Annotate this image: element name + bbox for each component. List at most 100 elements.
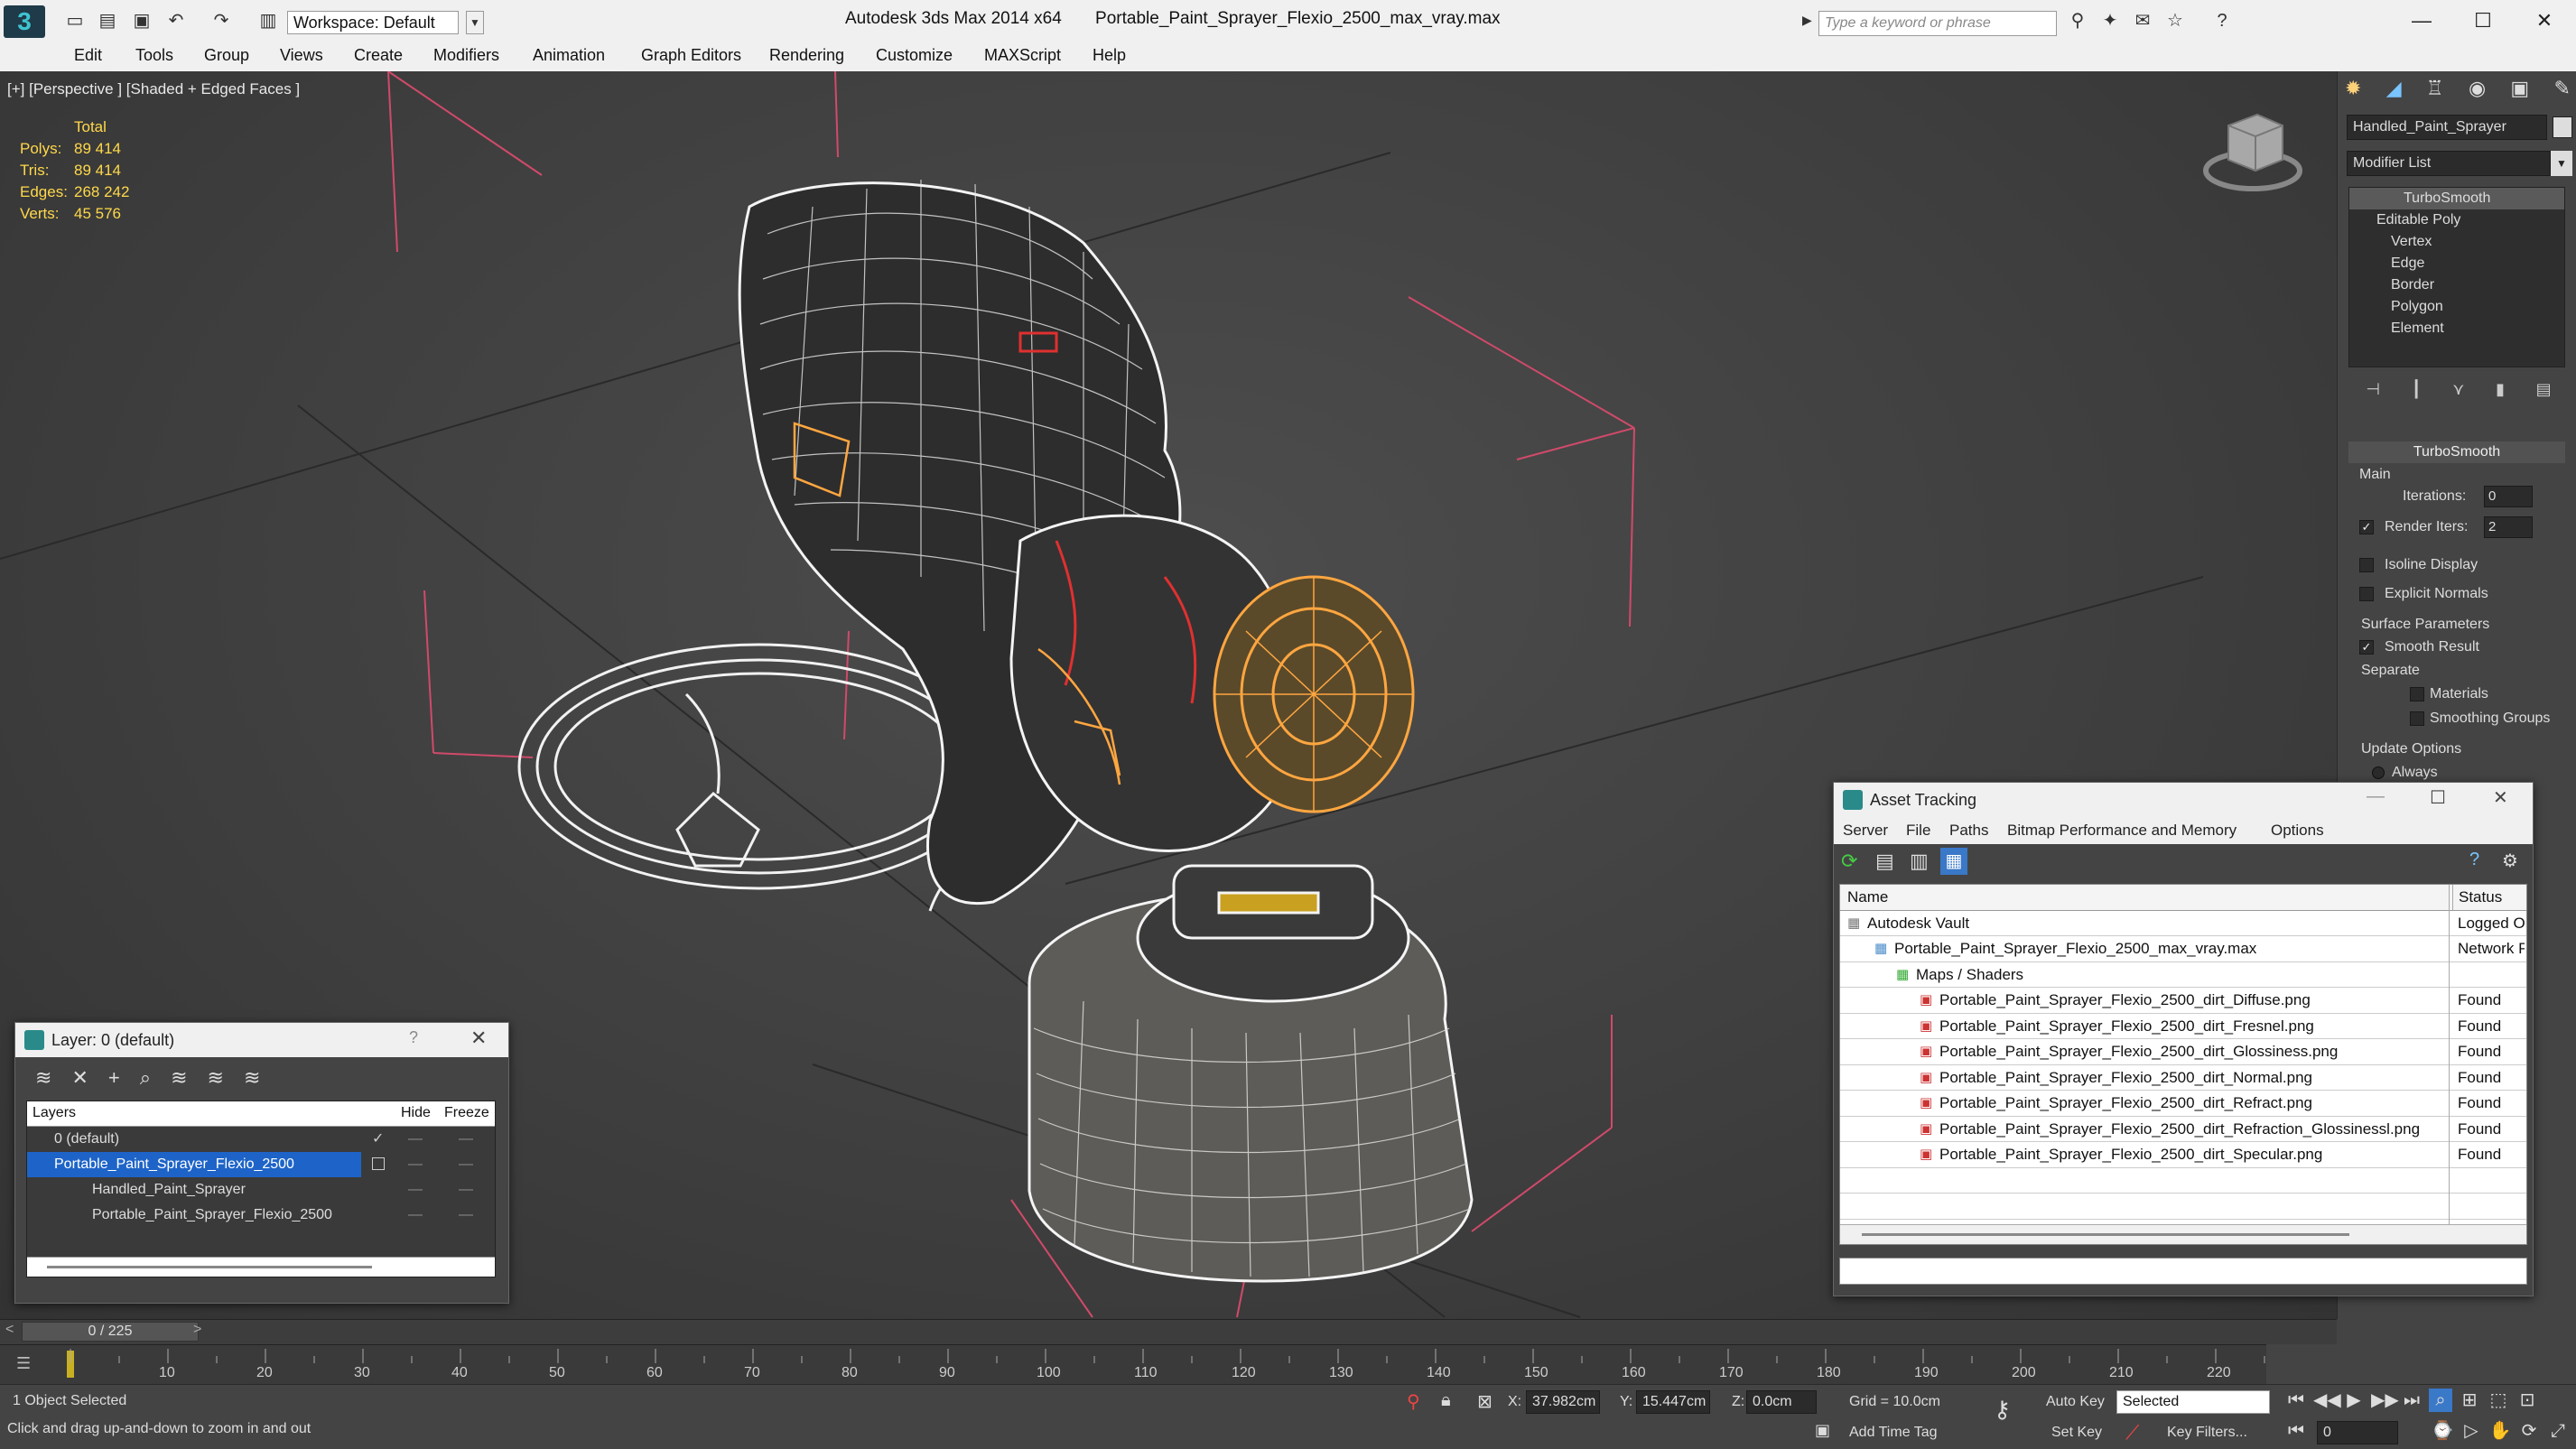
stack-item-edge[interactable]: Edge [2349, 253, 2564, 274]
next-key-icon[interactable]: ▶▶ [2371, 1389, 2399, 1412]
freeze-toggle[interactable]: — [459, 1177, 473, 1203]
asset-row[interactable]: ▣ Portable_Paint_Sprayer_Flexio_2500_dirt… [1840, 1117, 2526, 1142]
stack-item-vertex[interactable]: Vertex [2349, 231, 2564, 253]
materials-checkbox[interactable] [2410, 687, 2424, 701]
col-name[interactable]: Name [1847, 885, 1888, 910]
iterations-spinner[interactable]: 0 [2484, 486, 2533, 507]
freeze-toggle[interactable]: — [459, 1127, 473, 1152]
menu-tools[interactable]: Tools [135, 46, 173, 65]
key-filters-button[interactable]: Key Filters... [2167, 1425, 2247, 1441]
close-icon[interactable]: ✕ [2525, 5, 2564, 36]
viewport-label[interactable]: [+] [Perspective ] [Shaded + Edged Faces… [7, 80, 300, 98]
maximize-icon[interactable]: ☐ [2430, 786, 2446, 809]
highlight-layer-icon[interactable]: ≋ [171, 1066, 187, 1093]
next-frame-icon[interactable]: > [193, 1322, 201, 1338]
maximize-viewport-icon[interactable]: ⤢ [2546, 1419, 2570, 1443]
time-slider-thumb[interactable]: 0 / 225 [22, 1322, 199, 1342]
previous-frame-icon[interactable]: < [5, 1322, 14, 1338]
menu-edit[interactable]: Edit [74, 46, 102, 65]
active-layer-check-icon[interactable]: ✓ [372, 1127, 384, 1152]
menu-paths[interactable]: Paths [1949, 817, 1988, 844]
asset-row[interactable]: ▣ Portable_Paint_Sprayer_Flexio_2500_dirt… [1840, 1091, 2526, 1117]
chevron-down-icon[interactable]: ▼ [2551, 151, 2572, 176]
set-key-button[interactable]: Set Key [2051, 1425, 2102, 1441]
hierarchy-tab-icon[interactable]: ♖ [2426, 77, 2444, 107]
smoothing-groups-checkbox[interactable] [2410, 711, 2424, 726]
menu-options[interactable]: Options [2271, 817, 2324, 844]
pan-view-icon[interactable]: ✋ [2488, 1419, 2512, 1443]
orbit-icon[interactable]: ⟳ [2517, 1419, 2541, 1443]
hide-toggle[interactable]: — [408, 1203, 423, 1228]
table-view-icon[interactable]: ▦ [1940, 848, 1967, 875]
minimize-icon[interactable]: — [2367, 786, 2385, 807]
pin-stack-icon[interactable]: ⊣ [2366, 380, 2380, 407]
selection-set-dropdown[interactable]: Selected [2116, 1390, 2270, 1414]
smooth-result-checkbox[interactable]: ✓ [2359, 640, 2374, 655]
zoom-extents-all-icon[interactable]: ⊡ [2516, 1389, 2539, 1412]
field-of-view-icon[interactable]: ▷ [2460, 1419, 2483, 1443]
settings-gear-icon[interactable]: ⚙ [2502, 850, 2518, 872]
menu-create[interactable]: Create [354, 46, 403, 65]
hide-toggle[interactable]: — [408, 1127, 423, 1152]
hide-all-layers-icon[interactable]: ≋ [208, 1066, 224, 1093]
asset-row[interactable]: ▦ Portable_Paint_Sprayer_Flexio_2500_max_… [1840, 936, 2526, 962]
create-tab-icon[interactable]: ✹ [2345, 77, 2361, 107]
scrollbar-thumb[interactable] [47, 1266, 372, 1268]
list-view-icon[interactable]: ▤ [1875, 850, 1894, 873]
subscription-icon[interactable]: ✦ [2098, 9, 2122, 33]
chevron-down-icon[interactable]: ▼ [466, 11, 484, 34]
layer-dialog-title[interactable]: Layer: 0 (default) [15, 1023, 508, 1057]
current-frame-field[interactable]: 0 [2317, 1421, 2398, 1444]
stack-item-turbosmooth[interactable]: TurboSmooth [2349, 188, 2564, 209]
asset-row[interactable]: ▦ Autodesk Vault Logged Ou [1840, 911, 2526, 936]
stack-item-polygon[interactable]: Polygon [2349, 296, 2564, 318]
menu-animation[interactable]: Animation [533, 46, 605, 65]
refresh-icon[interactable]: ⟳ [1841, 850, 1857, 873]
always-radio[interactable] [2372, 766, 2385, 779]
x-coordinate-field[interactable]: 37.982cm [1526, 1390, 1600, 1414]
active-layer-box-icon[interactable] [372, 1157, 385, 1170]
previous-key-icon[interactable]: ◀◀ [2313, 1389, 2341, 1412]
make-unique-icon[interactable]: ⋎ [2452, 380, 2464, 407]
object-name-field[interactable]: Handled_Paint_Sprayer [2347, 115, 2547, 140]
modifier-list-dropdown[interactable]: Modifier List [2347, 151, 2551, 176]
viewcube-icon[interactable] [2203, 113, 2302, 191]
stack-item-element[interactable]: Element [2349, 318, 2564, 339]
remove-modifier-icon[interactable]: ▮ [2496, 380, 2505, 407]
freeze-all-layers-icon[interactable]: ≋ [244, 1066, 260, 1093]
search-input[interactable]: Type a keyword or phrase [1818, 11, 2057, 36]
modify-tab-icon[interactable]: ◢ [2386, 77, 2402, 107]
turbosmooth-rollout-title[interactable]: TurboSmooth [2348, 441, 2565, 463]
delete-layer-icon[interactable]: ✕ [71, 1066, 88, 1093]
horizontal-scrollbar[interactable] [1840, 1224, 2526, 1244]
menu-maxscript[interactable]: MAXScript [984, 46, 1061, 65]
asset-row[interactable]: ▣ Portable_Paint_Sprayer_Flexio_2500_dirt… [1840, 1039, 2526, 1065]
menu-rendering[interactable]: Rendering [769, 46, 844, 65]
horizontal-scrollbar[interactable] [27, 1257, 495, 1277]
go-to-end-icon[interactable]: ⏭ [2400, 1389, 2423, 1412]
configure-sets-icon[interactable]: ▤ [2536, 380, 2552, 407]
asset-row[interactable]: ▣ Portable_Paint_Sprayer_Flexio_2500_dirt… [1840, 988, 2526, 1014]
new-layer-icon[interactable]: ≋ [35, 1066, 51, 1093]
key-mode-toggle-icon[interactable]: ⏮ [2284, 1419, 2308, 1443]
help-icon[interactable]: ? [2210, 9, 2234, 33]
auto-key-button[interactable]: Auto Key [2046, 1394, 2105, 1410]
explicit-normals-checkbox[interactable] [2359, 587, 2374, 601]
layer-row-sprayer[interactable]: Portable_Paint_Sprayer_Flexio_2500 — — [27, 1152, 495, 1177]
asset-dialog-title[interactable]: Asset Tracking [1834, 783, 2533, 817]
hide-toggle[interactable]: — [408, 1152, 423, 1177]
asset-path-field[interactable] [1839, 1258, 2527, 1285]
play-icon[interactable]: ▶ [1802, 13, 1812, 28]
lock-icon[interactable]: 🔒︎ [1441, 1390, 1451, 1411]
absolute-mode-icon[interactable]: ⊠ [1477, 1390, 1493, 1413]
maximize-icon[interactable]: ☐ [2463, 5, 2503, 36]
app-logo-icon[interactable]: 3 [4, 5, 45, 38]
project-folder-icon[interactable]: ▥ [256, 9, 280, 33]
render-iters-checkbox[interactable]: ✓ [2359, 520, 2374, 534]
close-icon[interactable]: ✕ [2493, 786, 2508, 809]
zoom-icon[interactable]: ⌕ [2429, 1389, 2452, 1412]
layer-row-default[interactable]: 0 (default) ✓ — — [27, 1127, 495, 1152]
key-mode-icon[interactable]: ⚷ [1994, 1396, 2011, 1424]
time-config-icon[interactable]: ⌚ [2431, 1419, 2454, 1443]
communication-icon[interactable]: ✉ [2131, 9, 2154, 33]
